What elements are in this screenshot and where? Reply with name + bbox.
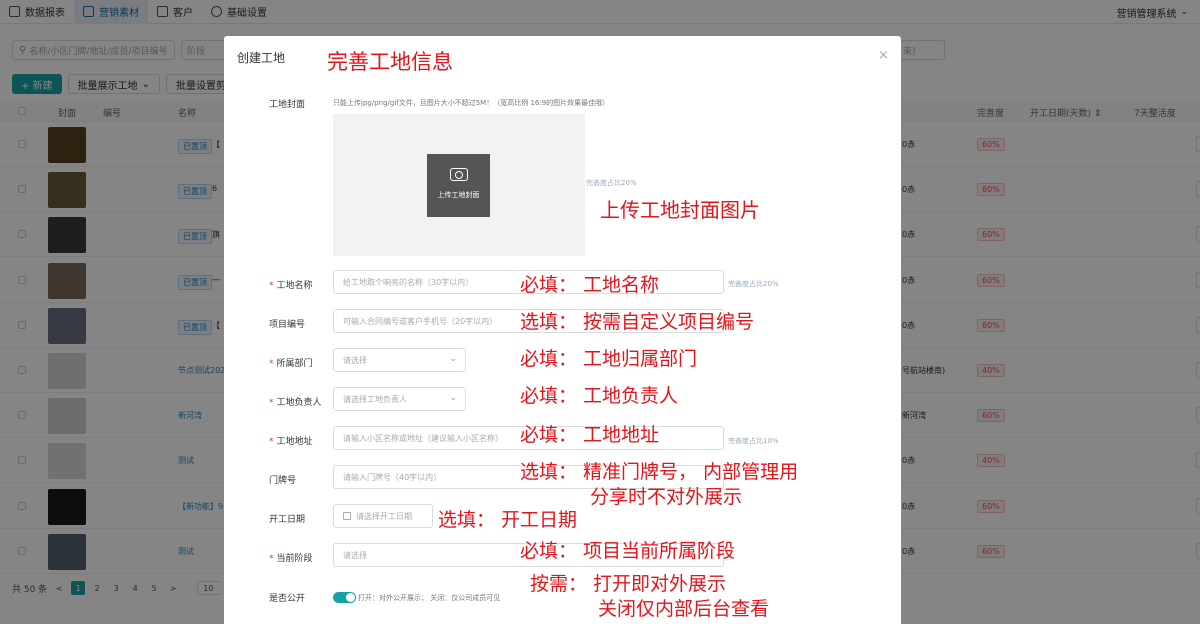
upload-cover-button[interactable]: 上传工地封面 [427,154,490,217]
annotation-public-2: 关闭仅内部后台查看 [598,598,770,620]
stage-placeholder: 请选择 [343,550,367,560]
close-icon[interactable]: × [878,48,889,63]
project-code-placeholder: 可输入合同编号或客户手机号（20字以内） [343,316,498,326]
site-name-label: * 工地名称 [269,281,313,291]
public-label: 是否公开 [269,594,306,604]
cover-label: 工地封面 [269,100,306,110]
stage-label: * 当前阶段 [269,554,313,564]
annotation-code: 选填： 按需自定义项目编号 [520,311,755,333]
department-placeholder: 请选择 [343,355,367,365]
site-name-completeness: 完善度占比20% [728,280,779,288]
start-date-label: 开工日期 [269,515,306,525]
annotation-door-1: 选填： 精准门牌号， 内部管理用 [520,461,799,483]
public-toggle[interactable] [333,592,356,603]
annotation-door-2: 分享时不对外展示 [590,486,743,508]
site-owner-label: * 工地负责人 [269,398,322,408]
address-completeness: 完善度占比10% [728,437,779,445]
annotation-start: 选填： 开工日期 [438,509,578,531]
annotation-dept: 必填： 工地归属部门 [520,348,698,370]
camera-icon [449,168,468,181]
calendar-icon [343,512,351,520]
annotation-address: 必填： 工地地址 [520,424,660,446]
chevron-down-icon: ⌄ [449,354,457,364]
public-toggle-text: 打开：对外公开展示； 关闭：仅公司成员可见 [358,594,501,602]
department-label: * 所属部门 [269,359,313,369]
annotation-public-1: 按需： 打开即对外展示 [530,573,727,595]
start-date-placeholder: 请选择开工日期 [356,511,412,521]
chevron-down-icon: ⌄ [449,393,457,403]
door-number-placeholder: 请输入门牌号（40字以内） [343,472,442,482]
annotation-stage: 必填： 项目当前所属阶段 [520,540,736,562]
site-name-placeholder: 给工地取个响亮的名称（30字以内） [343,277,474,287]
annotation-owner: 必填： 工地负责人 [520,385,679,407]
modal-title: 创建工地 [237,51,286,65]
cover-completeness: 完善度占比20% [586,179,637,187]
upload-cover-label: 上传工地封面 [437,191,480,199]
address-placeholder: 请输入小区名称或地址（建议输入小区名称） [343,433,503,443]
address-label: * 工地地址 [269,437,313,447]
cover-hint: 只能上传jpg/png/gif文件，且图片大小不超过5M！（宽高比例 16:9的… [333,99,610,107]
site-owner-placeholder: 请选择工地负责人 [343,394,407,404]
site-owner-select[interactable]: 请选择工地负责人 ⌄ [333,387,466,411]
annotation-name: 必填： 工地名称 [520,274,660,296]
department-select[interactable]: 请选择 ⌄ [333,348,466,372]
project-code-label: 项目编号 [269,320,306,330]
annotation-cover: 上传工地封面图片 [600,198,760,222]
annotation-title: 完善工地信息 [327,50,453,74]
door-number-label: 门牌号 [269,476,297,486]
start-date-picker[interactable]: 请选择开工日期 [333,504,433,528]
